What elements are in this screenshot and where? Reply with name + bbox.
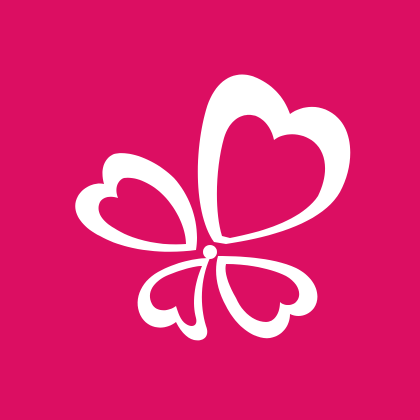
- petal-hub: [203, 245, 217, 259]
- heart-petal-clover-logo-icon: [0, 0, 420, 420]
- app-icon-tile: [0, 0, 420, 420]
